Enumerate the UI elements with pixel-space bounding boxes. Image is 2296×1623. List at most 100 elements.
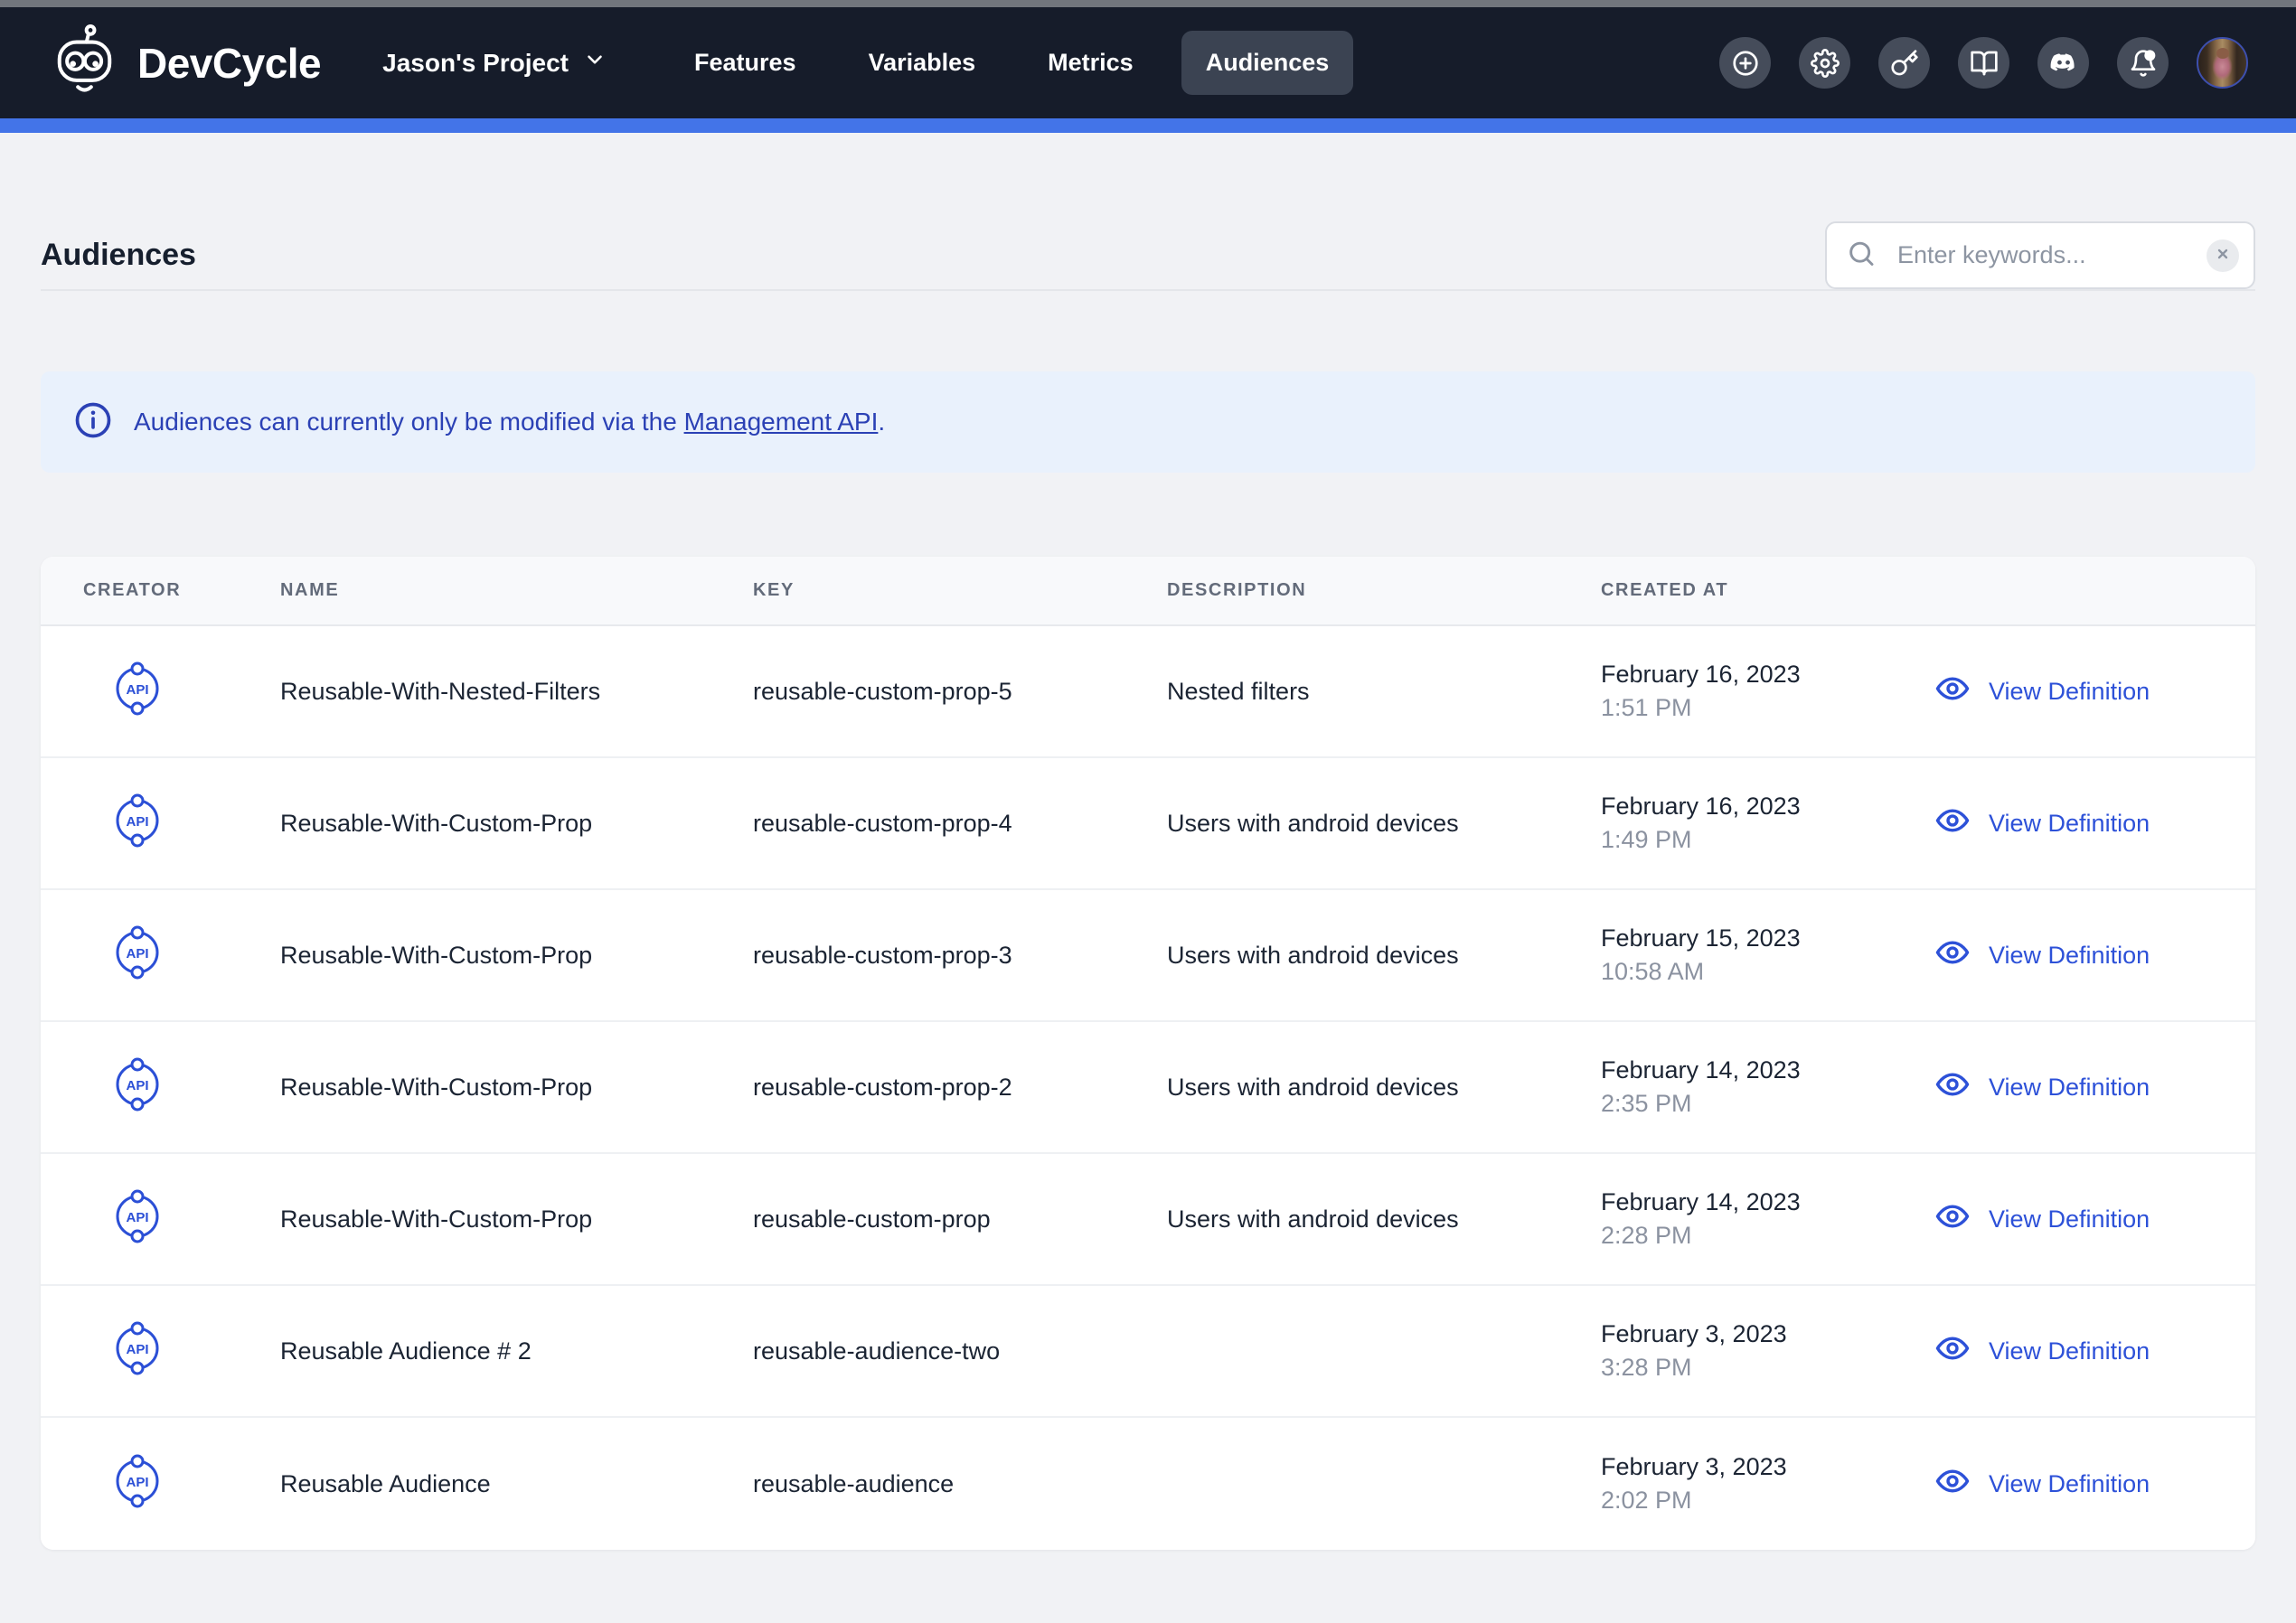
nav-item-audiences[interactable]: Audiences [1181, 31, 1354, 95]
column-header-key: KEY [753, 580, 1167, 601]
table-row: API Reusable-With-Custom-Prop reusable-c… [41, 1022, 2255, 1154]
page-header: Audiences [41, 133, 2255, 289]
close-icon [2216, 247, 2230, 264]
eye-icon [1932, 672, 1973, 711]
audience-name: Reusable-With-Nested-Filters [280, 678, 753, 706]
view-definition-link[interactable]: View Definition [1932, 672, 2150, 711]
user-avatar[interactable] [2197, 37, 2248, 89]
created-date: February 3, 2023 [1601, 1320, 1899, 1348]
api-creator-icon: API [108, 1356, 166, 1383]
book-icon [1970, 49, 1999, 78]
api-keys-button[interactable] [1878, 37, 1930, 89]
actions-cell: View Definition [1917, 672, 2255, 711]
settings-button[interactable] [1799, 37, 1850, 89]
api-creator-icon: API [108, 696, 166, 723]
api-creator-icon: API [108, 1092, 166, 1119]
view-definition-label: View Definition [1989, 678, 2150, 706]
nav-item-metrics[interactable]: Metrics [1023, 31, 1158, 95]
search-box [1825, 221, 2255, 289]
eye-icon [1932, 1200, 1973, 1239]
primary-nav: Features Variables Metrics Audiences [670, 31, 1353, 95]
api-creator-icon: API [108, 960, 166, 987]
bell-icon [2129, 49, 2158, 78]
svg-text:API: API [126, 1210, 148, 1225]
created-at-cell: February 14, 2023 2:28 PM [1601, 1188, 1917, 1250]
project-selector[interactable]: Jason's Project [382, 48, 607, 78]
management-api-link[interactable]: Management API [684, 408, 879, 436]
brand-logo[interactable]: DevCycle [52, 23, 321, 102]
eye-icon [1932, 1068, 1973, 1107]
created-time: 2:02 PM [1601, 1487, 1899, 1515]
project-selector-label: Jason's Project [382, 49, 569, 78]
created-at-cell: February 16, 2023 1:51 PM [1601, 661, 1917, 722]
creator-cell: API [41, 1452, 280, 1516]
creator-cell: API [41, 660, 280, 724]
audience-key: reusable-custom-prop-3 [753, 942, 1167, 970]
table-row: API Reusable Audience # 2 reusable-audie… [41, 1286, 2255, 1418]
created-date: February 14, 2023 [1601, 1056, 1899, 1084]
view-definition-link[interactable]: View Definition [1932, 804, 2150, 843]
discord-button[interactable] [2037, 37, 2089, 89]
audience-name: Reusable-With-Custom-Prop [280, 1206, 753, 1234]
svg-text:API: API [126, 1342, 148, 1357]
created-time: 3:28 PM [1601, 1354, 1899, 1382]
audience-key: reusable-audience-two [753, 1337, 1167, 1365]
search-icon [1847, 239, 1876, 272]
window-chrome-strip [0, 0, 2296, 7]
brand-name: DevCycle [137, 39, 321, 88]
created-time: 1:49 PM [1601, 826, 1899, 854]
search-clear-button[interactable] [2207, 239, 2239, 272]
main-content: Audiences [0, 133, 2296, 1550]
svg-text:API: API [126, 946, 148, 962]
audience-name: Reusable-With-Custom-Prop [280, 1074, 753, 1102]
table-row: API Reusable-With-Custom-Prop reusable-c… [41, 890, 2255, 1022]
view-definition-link[interactable]: View Definition [1932, 936, 2150, 975]
view-definition-label: View Definition [1989, 1206, 2150, 1234]
robot-logo-icon [52, 23, 118, 102]
table-row: API Reusable-With-Custom-Prop reusable-c… [41, 758, 2255, 890]
api-creator-icon: API [108, 828, 166, 855]
view-definition-label: View Definition [1989, 1470, 2150, 1498]
app-screen: DevCycle Jason's Project Features Variab… [0, 0, 2296, 1623]
table-row: API Reusable-With-Custom-Prop reusable-c… [41, 1154, 2255, 1286]
view-definition-link[interactable]: View Definition [1932, 1465, 2150, 1504]
search-input[interactable] [1825, 221, 2255, 289]
created-time: 1:51 PM [1601, 694, 1899, 722]
accent-strip [0, 118, 2296, 133]
created-time: 2:28 PM [1601, 1222, 1899, 1250]
table-body: API Reusable-With-Nested-Filters reusabl… [41, 626, 2255, 1550]
eye-icon [1932, 1465, 1973, 1504]
nav-item-variables[interactable]: Variables [844, 31, 1001, 95]
audience-name: Reusable Audience [280, 1470, 753, 1498]
created-date: February 15, 2023 [1601, 924, 1899, 952]
created-at-cell: February 16, 2023 1:49 PM [1601, 793, 1917, 854]
audience-name: Reusable-With-Custom-Prop [280, 810, 753, 838]
create-button[interactable] [1719, 37, 1771, 89]
plus-circle-icon [1731, 49, 1760, 78]
audience-key: reusable-custom-prop-2 [753, 1074, 1167, 1102]
nav-item-features[interactable]: Features [670, 31, 821, 95]
actions-cell: View Definition [1917, 804, 2255, 843]
table-row: API Reusable-With-Nested-Filters reusabl… [41, 626, 2255, 758]
actions-cell: View Definition [1917, 1332, 2255, 1371]
creator-cell: API [41, 1187, 280, 1252]
actions-cell: View Definition [1917, 936, 2255, 975]
page-title: Audiences [41, 238, 196, 273]
view-definition-link[interactable]: View Definition [1932, 1332, 2150, 1371]
notifications-button[interactable] [2117, 37, 2169, 89]
view-definition-link[interactable]: View Definition [1932, 1200, 2150, 1239]
view-definition-link[interactable]: View Definition [1932, 1068, 2150, 1107]
eye-icon [1932, 936, 1973, 975]
column-header-created-at: CREATED AT [1601, 580, 1917, 601]
eye-icon [1932, 804, 1973, 843]
created-at-cell: February 14, 2023 2:35 PM [1601, 1056, 1917, 1118]
actions-cell: View Definition [1917, 1068, 2255, 1107]
creator-cell: API [41, 924, 280, 988]
actions-cell: View Definition [1917, 1465, 2255, 1504]
info-icon [74, 401, 112, 444]
audience-description: Nested filters [1167, 678, 1601, 706]
creator-cell: API [41, 1319, 280, 1384]
docs-button[interactable] [1958, 37, 2009, 89]
creator-cell: API [41, 792, 280, 856]
key-icon [1890, 49, 1919, 78]
